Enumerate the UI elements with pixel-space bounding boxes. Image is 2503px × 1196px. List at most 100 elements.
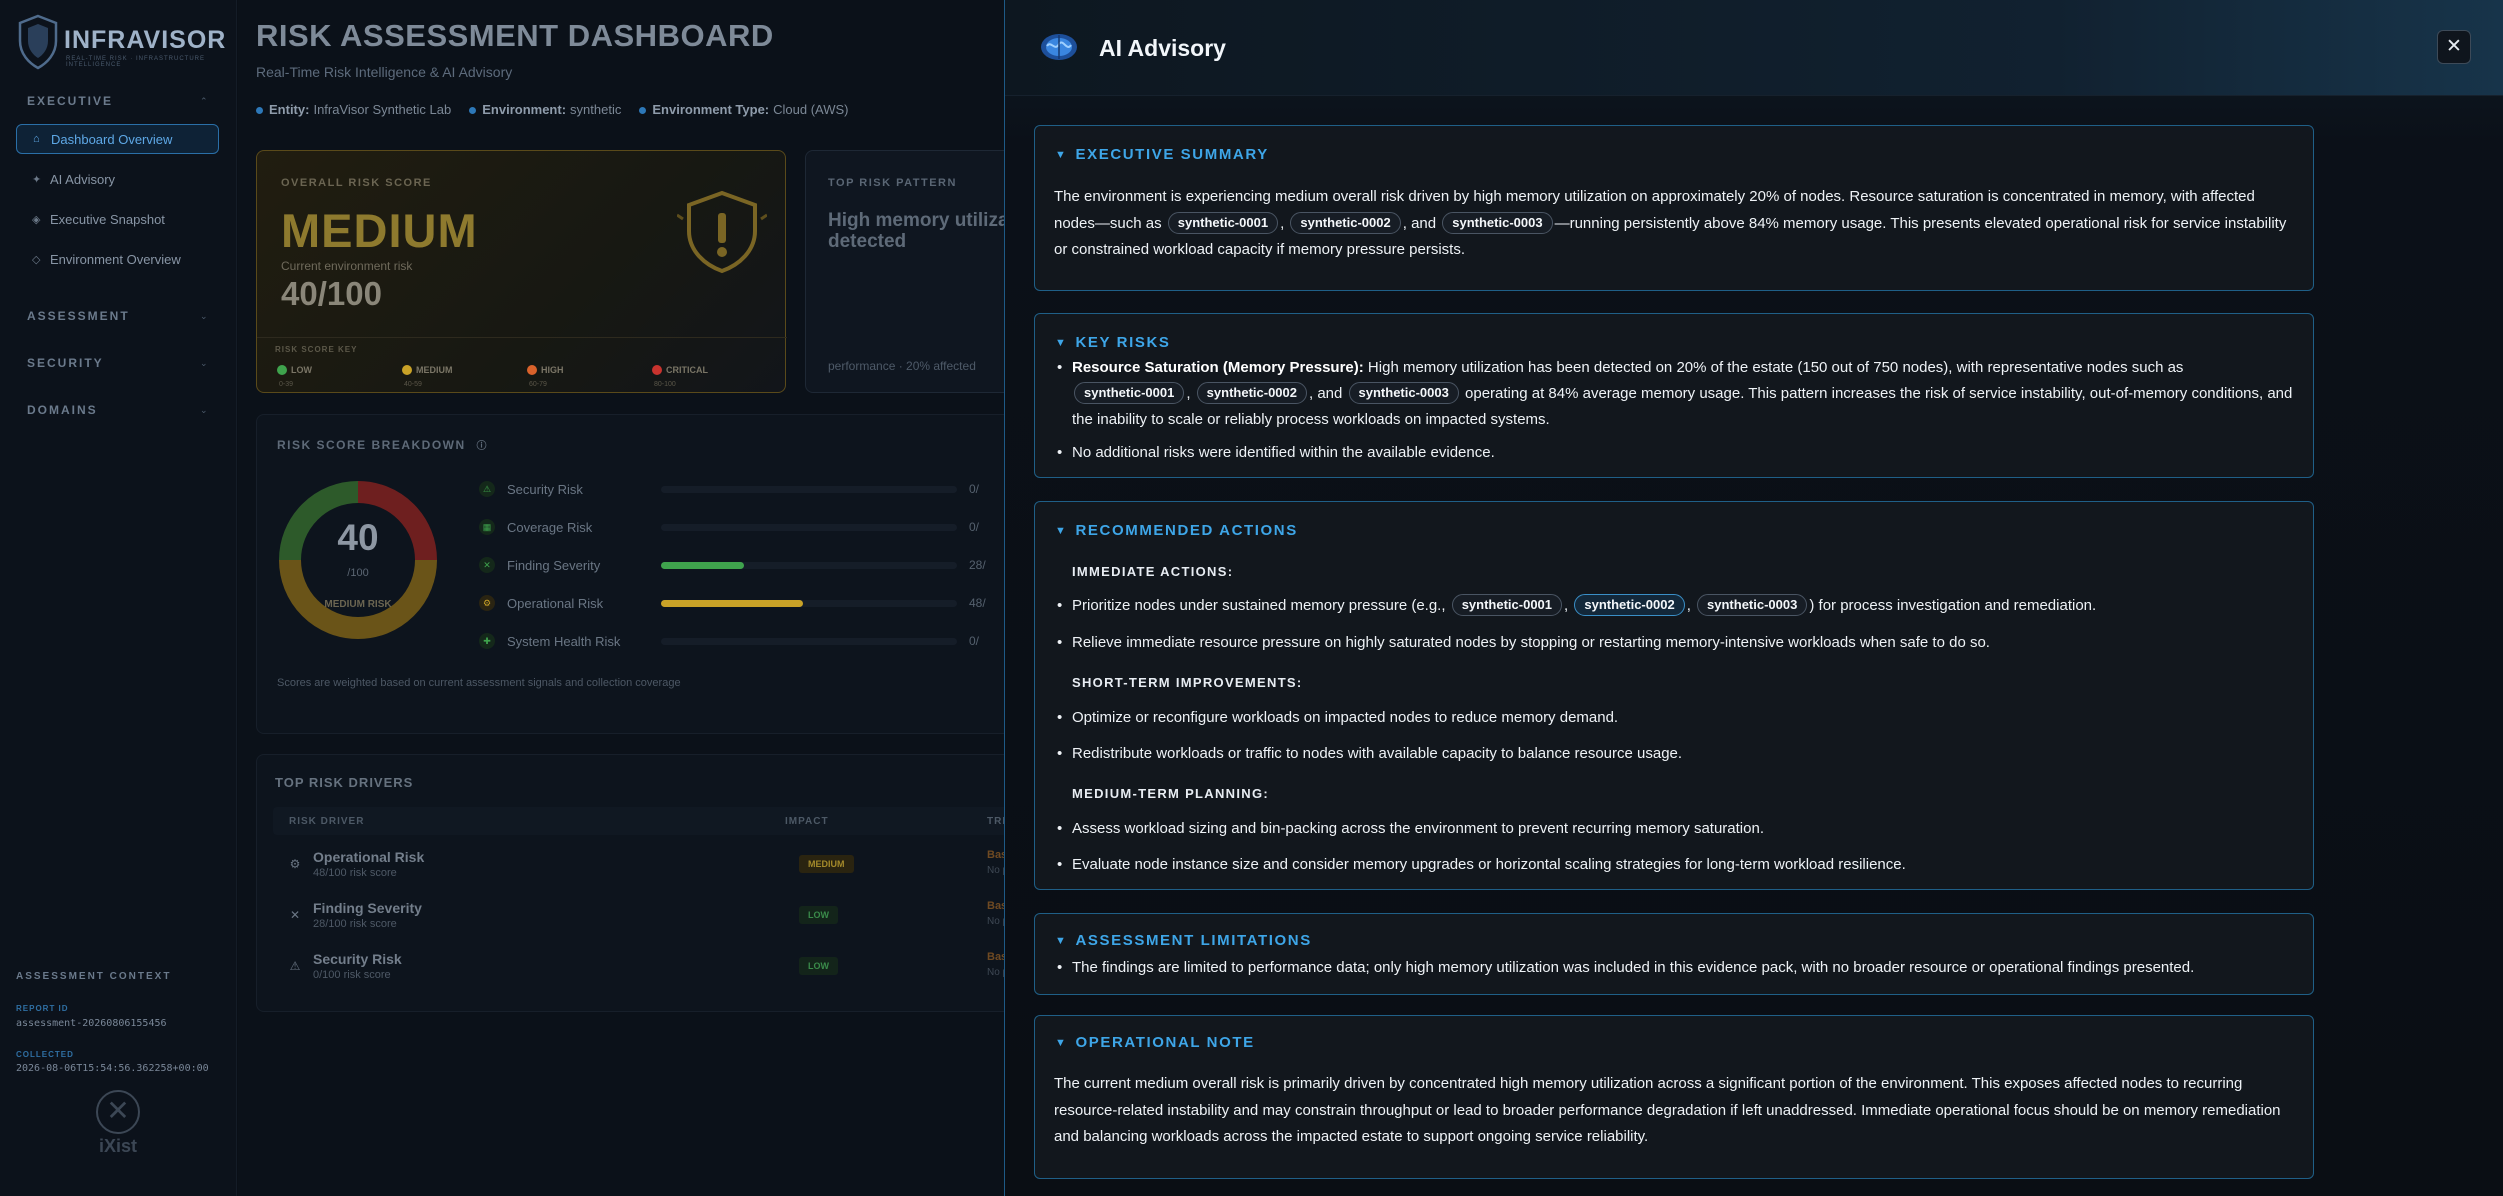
- node-chip[interactable]: synthetic-0003: [1442, 211, 1553, 234]
- x-icon: ✕: [479, 557, 495, 573]
- top-risk-pattern-footer: performance · 20% affected: [828, 359, 976, 373]
- top-risk-pattern-card[interactable]: TOP RISK PATTERN High memory utilization…: [805, 150, 1008, 393]
- section-toggle-operational-note[interactable]: ▼ OPERATIONAL NOTE: [1055, 1034, 1255, 1051]
- info-icon[interactable]: ⓘ: [477, 441, 489, 452]
- medium-term-heading: MEDIUM-TERM PLANNING:: [1072, 786, 1270, 801]
- sidebar: INFRAVISOR REAL-TIME RISK · INFRASTRUCTU…: [0, 0, 237, 1196]
- key-risk-item: No additional risks were identified with…: [1057, 440, 2296, 466]
- table-row[interactable]: ⚙ Operational Risk 48/100 risk score MED…: [273, 845, 1008, 893]
- sidebar-item-environment-overview[interactable]: ◇ Environment Overview: [16, 244, 219, 274]
- sidebar-item-dashboard-overview[interactable]: ⌂ Dashboard Overview: [16, 124, 219, 154]
- gauge-level: MEDIUM RISK: [324, 599, 392, 610]
- action-item: Prioritize nodes under sustained memory …: [1057, 593, 2296, 619]
- breakdown-row-coverage: ▦ Coverage Risk 0/: [479, 518, 1008, 538]
- status-dot-icon: [639, 107, 647, 115]
- infravisor-logo[interactable]: INFRAVISOR REAL-TIME RISK · INFRASTRUCTU…: [16, 14, 225, 74]
- top-risk-pattern-text: High memory utilization detected: [828, 210, 1008, 252]
- report-id-value: assessment-20260806155456: [16, 1018, 167, 1029]
- diamond-outline-icon: ◇: [32, 253, 41, 266]
- chevron-up-icon[interactable]: ⌃: [200, 96, 208, 107]
- sidebar-item-executive-snapshot[interactable]: ◈ Executive Snapshot: [16, 204, 219, 234]
- risk-key-high: HIGH 60-79: [527, 364, 564, 388]
- warning-icon: ⚠: [479, 481, 495, 497]
- table-row[interactable]: ✕ Finding Severity 28/100 risk score LOW…: [273, 896, 1008, 944]
- assessment-limitations-section: ▼ASSESSMENT LIMITATIONS The findings are…: [1034, 913, 2314, 995]
- diamond-icon: ◈: [32, 213, 41, 226]
- ixist-logo-text: iXist: [98, 1136, 137, 1156]
- chevron-down-icon[interactable]: ⌄: [200, 311, 208, 322]
- yellow-dot-icon: [402, 364, 412, 375]
- nav-section-executive[interactable]: EXECUTIVE: [27, 94, 113, 108]
- logo-tagline: REAL-TIME RISK · INFRASTRUCTURE INTELLIG…: [66, 56, 206, 68]
- env-type-meta: Environment Type: Cloud (AWS): [639, 102, 849, 117]
- x-circle-icon: ✕: [96, 1090, 140, 1134]
- assessment-context-title: ASSESSMENT CONTEXT: [16, 971, 172, 982]
- column-header: RISK DRIVER: [289, 816, 365, 827]
- panel-header: AI Advisory ✕: [1005, 0, 2503, 96]
- progress-fill: [661, 562, 744, 569]
- node-chip[interactable]: synthetic-0001: [1451, 594, 1563, 616]
- risk-gauge: [279, 481, 437, 639]
- close-button[interactable]: ✕: [2437, 30, 2471, 64]
- nav-section-security[interactable]: SECURITY: [27, 356, 104, 370]
- risk-key-medium: MEDIUM 40-59: [402, 364, 453, 388]
- overall-risk-caption: Current environment risk: [281, 259, 413, 273]
- sidebar-item-label: Dashboard Overview: [51, 131, 173, 147]
- risk-key-title: RISK SCORE KEY: [275, 345, 358, 354]
- section-toggle-recommended-actions[interactable]: ▼ RECOMMENDED ACTIONS: [1055, 522, 1298, 539]
- status-dot-icon: [256, 107, 263, 115]
- sidebar-item-label: Executive Snapshot: [50, 211, 165, 227]
- triangle-down-icon: ▼: [1055, 149, 1068, 161]
- gear-icon: ⚙: [289, 857, 301, 871]
- action-item: Relieve immediate resource pressure on h…: [1057, 630, 2296, 656]
- table-row[interactable]: ⚠ Security Risk 0/100 risk score LOW Bas…: [273, 947, 1008, 995]
- executive-summary-text: The environment is experiencing medium o…: [1054, 188, 2287, 258]
- sidebar-item-ai-advisory[interactable]: ✦ AI Advisory: [16, 164, 219, 194]
- gauge-score: 40: [337, 517, 379, 558]
- node-chip[interactable]: synthetic-0002: [1290, 211, 1401, 234]
- progress-track: [661, 486, 957, 493]
- chevron-down-icon[interactable]: ⌄: [200, 405, 208, 416]
- environment-meta-item: Environment: synthetic: [469, 102, 621, 117]
- triangle-down-icon: ▼: [1055, 337, 1068, 349]
- progress-fill: [661, 600, 804, 607]
- key-risk-item: Resource Saturation (Memory Pressure): H…: [1057, 355, 2296, 433]
- collected-value: 2026-08-06T15:54:56.362258+00:00: [16, 1063, 209, 1074]
- shield-logo-icon: [18, 14, 58, 70]
- progress-track: [661, 524, 957, 531]
- operational-note-section: ▼ OPERATIONAL NOTE The current medium ove…: [1034, 1015, 2314, 1179]
- top-risk-pattern-label: TOP RISK PATTERN: [828, 177, 957, 189]
- overall-risk-label: OVERALL RISK SCORE: [281, 177, 432, 189]
- progress-track: [661, 638, 957, 645]
- breakdown-row-security: ⚠ Security Risk 0/: [479, 480, 1008, 500]
- impact-badge: LOW: [799, 906, 838, 924]
- section-toggle-assessment-limitations[interactable]: ▼ ASSESSMENT LIMITATIONS: [1055, 932, 1312, 949]
- action-item: Evaluate node instance size and consider…: [1057, 852, 2296, 878]
- node-chip[interactable]: synthetic-0003: [1348, 382, 1459, 404]
- executive-summary-section: ▼ EXECUTIVE SUMMARY The environment is ex…: [1034, 125, 2314, 291]
- node-chip[interactable]: synthetic-0003: [1697, 594, 1808, 616]
- node-chip[interactable]: synthetic-0001: [1074, 382, 1185, 404]
- section-toggle-key-risks[interactable]: ▼ KEY RISKS: [1055, 334, 1170, 351]
- column-header: IMPACT: [785, 816, 829, 827]
- breakdown-note: Scores are weighted based on current ass…: [277, 677, 681, 689]
- collected-label: COLLECTED: [16, 1050, 74, 1059]
- immediate-actions-heading: IMMEDIATE ACTIONS:: [1072, 564, 1234, 579]
- chevron-down-icon[interactable]: ⌄: [200, 358, 208, 369]
- dashboard-main: RISK ASSESSMENT DASHBOARD Real-Time Risk…: [238, 0, 1008, 1196]
- nav-section-domains[interactable]: DOMAINS: [27, 403, 98, 417]
- breakdown-row-operational: ⚙ Operational Risk 48/: [479, 594, 1008, 614]
- section-toggle-executive-summary[interactable]: ▼ EXECUTIVE SUMMARY: [1055, 146, 1269, 163]
- environment-meta: Entity: InfraVisor Synthetic Lab Environm…: [256, 102, 849, 117]
- sidebar-item-label: Environment Overview: [50, 251, 181, 267]
- progress-track: [661, 600, 957, 607]
- top-risk-drivers: TOP RISK DRIVERS RISK DRIVER IMPACT TREN…: [256, 754, 1008, 1012]
- node-chip[interactable]: synthetic-0002: [1196, 382, 1307, 404]
- sidebar-item-label: AI Advisory: [50, 171, 116, 187]
- node-chip[interactable]: synthetic-0001: [1167, 211, 1279, 234]
- node-chip-highlighted[interactable]: synthetic-0002: [1574, 594, 1685, 616]
- nav-section-assessment[interactable]: ASSESSMENT: [27, 309, 130, 323]
- overall-risk-card[interactable]: OVERALL RISK SCORE MEDIUM Current enviro…: [256, 150, 787, 393]
- brain-icon: [1041, 34, 1077, 60]
- action-item: Redistribute workloads or traffic to nod…: [1057, 741, 2296, 767]
